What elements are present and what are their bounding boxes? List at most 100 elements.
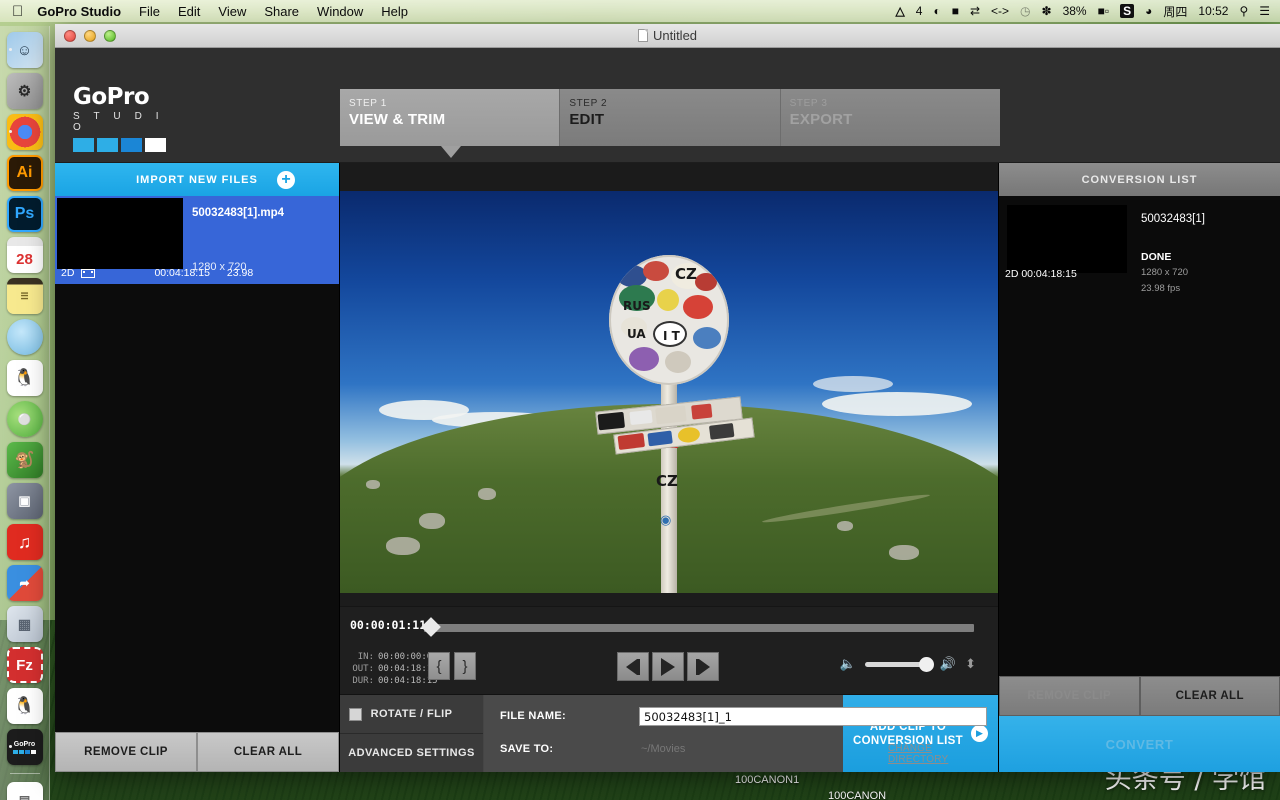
dock-item-blue-app[interactable] [6,319,43,355]
add-files-plus-icon[interactable]: + [277,170,295,189]
file-output-settings: FILE NAME: 50032483[1]_1 SAVE TO: ~/Movi… [484,695,987,772]
viewer-panel: CZ ◉ CZ RUS UA I T 00:00:01:11 IN: 00:00… [340,163,998,772]
menu-help[interactable]: Help [381,4,408,19]
dock-item-wechat[interactable]: ⚪ [6,401,43,437]
contrast-icon[interactable]: ◐ [933,4,940,18]
next-frame-button[interactable] [687,652,719,681]
rotate-flip-button[interactable]: ROTATE / FLIP [340,695,483,733]
menu-window[interactable]: Window [317,4,363,19]
dock-item-system-preferences[interactable]: ⚙ [6,73,43,109]
conversion-status: DONE [1141,251,1172,263]
volume-controls: 🔈 🔊 ⬍ [840,656,976,672]
dock-item-netease-music[interactable]: ♫ [6,524,43,560]
dock-item-xunlei[interactable]: ➦ [6,565,43,601]
rotate-flip-checkbox[interactable] [349,707,362,721]
sign-label-cz: CZ [675,265,697,284]
conversion-remove-clip-button[interactable]: REMOVE CLIP [999,676,1140,716]
conversion-clear-all-button[interactable]: CLEAR ALL [1139,676,1280,716]
desktop-icon-100canon1[interactable]: 100CANON1 [735,774,799,786]
spotlight-search-icon[interactable]: ⚲ [1239,4,1248,18]
battery-icon[interactable]: ■▫ [1098,4,1110,18]
s-app-icon[interactable]: S [1120,4,1135,18]
remove-clip-button[interactable]: REMOVE CLIP [55,732,197,772]
previous-frame-button[interactable] [617,652,649,681]
dock-item-chrome[interactable] [6,114,43,150]
dock-item-gopro-studio[interactable]: GoPro [6,729,43,765]
list-item[interactable]: 50032483[1].mp4 1280 x 720 2D 00:04:18:1… [55,196,339,284]
document-icon [637,29,648,42]
screenshot-icon[interactable]: ■ [952,4,959,18]
pole-label-cz: CZ [656,472,678,491]
volume-up-icon[interactable]: 🔊 [940,656,956,672]
dock-item-photoshop[interactable]: Ps [6,196,43,232]
wifi-icon[interactable]: ◕ [1145,4,1152,18]
battery-percent: 38% [1062,4,1087,18]
conversion-metadata: 50032483[1] DONE 1280 x 720 23.98 fps [1127,205,1205,294]
volume-handle[interactable] [918,656,934,672]
apple-menu-icon[interactable]:  [12,4,23,19]
conversion-list-header: CONVERSION LIST [999,163,1280,196]
menubar-day: 周四 [1163,4,1188,19]
step-2-number: STEP 2 [569,98,608,109]
step-2-label: EDIT [569,111,605,128]
window-titlebar[interactable]: Untitled [55,24,1280,48]
gopro-dock-label: GoPro [13,740,36,748]
set-in-point-button[interactable]: { [428,652,450,680]
dock-item-evernote[interactable]: 🐒 [6,442,43,478]
fullscreen-icon[interactable]: ⬍ [965,656,976,672]
menubar-app-name[interactable]: GoPro Studio [37,4,121,19]
desktop-icon-100canon[interactable]: 100CANON [828,790,886,800]
dock-item-keynote[interactable]: ▦ [6,606,43,642]
desktop-icon-label: 100CANON [828,790,887,800]
import-panel: IMPORT NEW FILES + 50032483[1].mp4 1280 … [55,163,340,772]
dock-item-notes[interactable]: ☰ [6,278,43,314]
set-out-point-button[interactable]: } [454,652,476,680]
import-new-files-header[interactable]: IMPORT NEW FILES + [55,163,339,196]
clip-footer: 2D 00:04:18:15 23.98 [61,267,333,279]
step-1-number: STEP 1 [349,98,387,109]
dock-item-qq[interactable]: 🐧 [6,360,43,396]
menu-view[interactable]: View [218,4,246,19]
dock-item-filezilla[interactable]: Fz [6,647,43,683]
clip-fps: 23.98 [226,267,254,279]
dock-item-illustrator[interactable]: Ai [6,155,43,191]
conversion-thumbnail [1007,205,1127,273]
clear-all-button[interactable]: CLEAR ALL [197,732,339,772]
imported-clip-list: 50032483[1].mp4 1280 x 720 2D 00:04:18:1… [55,196,339,732]
transport-buttons [617,652,719,681]
menu-share[interactable]: Share [264,4,299,19]
dock-item-qq-2[interactable]: 🐧 [6,688,43,724]
advanced-settings-button[interactable]: ADVANCED SETTINGS [340,733,483,772]
list-item[interactable]: 50032483[1] DONE 1280 x 720 23.98 fps 2D… [999,196,1280,294]
clock-icon[interactable]: ◷ [1020,4,1030,18]
workflow-steps: STEP 1 VIEW & TRIM STEP 2 EDIT STEP 3 EX… [340,89,1000,158]
convert-button[interactable]: CONVERT [999,716,1280,772]
timeline-scrubber[interactable] [421,617,974,637]
dock-item-finder[interactable]: ☺ [6,32,43,68]
video-frame[interactable]: CZ ◉ CZ RUS UA I T [340,191,998,593]
filename-input[interactable]: 50032483[1]_1 [639,707,987,726]
code-brackets-icon[interactable]: <-> [991,4,1009,18]
clip-settings-bar: ROTATE / FLIP ADVANCED SETTINGS FILE NAM… [340,694,998,772]
gopro-studio-window: Untitled GoPro S T U D I O STEP 1 VIEW &… [55,24,1280,772]
menu-file[interactable]: File [139,4,160,19]
step-2-edit[interactable]: STEP 2 EDIT [559,89,780,146]
volume-slider[interactable] [864,656,934,672]
volume-mute-icon[interactable]: 🔈 [840,656,856,672]
step-1-view-trim[interactable]: STEP 1 VIEW & TRIM [340,89,560,158]
dock-item-document[interactable]: ▤ [6,782,43,800]
menu-edit[interactable]: Edit [178,4,200,19]
dock-item-final-cut-pro[interactable]: ▣ [6,483,43,519]
dock-divider [9,773,40,774]
sign-label-rus: RUS [623,299,651,314]
a-badge-count: 4 [915,4,923,18]
step-3-export: STEP 3 EXPORT [779,89,1000,146]
change-directory-link[interactable]: CHANGE DIRECTORY [888,743,948,765]
sync-icon[interactable]: ⇄ [970,4,980,18]
clip-filename: 50032483[1].mp4 [192,207,285,219]
a-badge-icon[interactable]: △ [896,4,905,18]
play-button[interactable] [652,652,684,681]
bluetooth-icon[interactable]: ✽ [1042,4,1052,18]
notification-center-icon[interactable]: ☰ [1259,4,1270,18]
dock-item-calendar[interactable]: 28 [6,237,43,273]
